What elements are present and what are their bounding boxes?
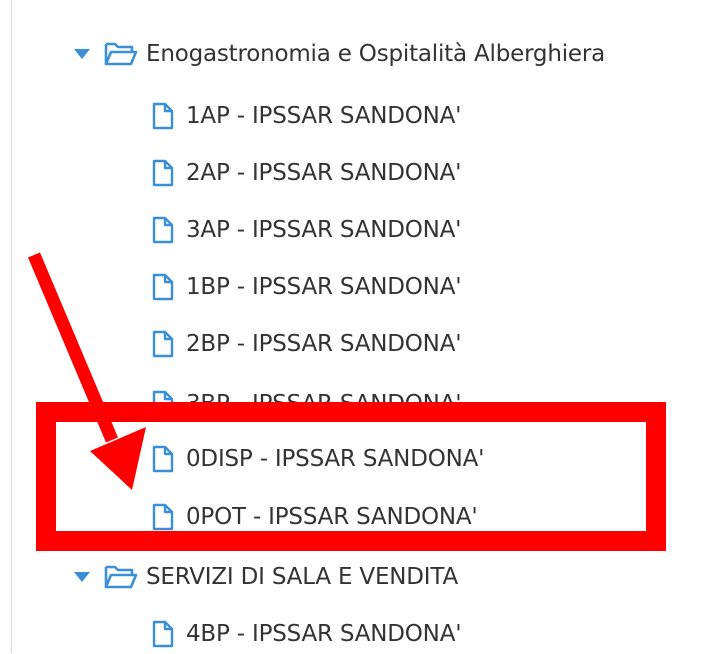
folder-open-icon — [104, 42, 138, 66]
file-label: 4BP - IPSSAR SANDONA' — [186, 621, 462, 647]
file-icon — [152, 390, 174, 402]
tree-file-2ap[interactable]: 2AP - IPSSAR SANDONA' — [152, 153, 462, 193]
tree-file-3bp-clipped: 3BP - IPSSAR SANDONA' — [0, 384, 704, 402]
tree-file-3ap[interactable]: 3AP - IPSSAR SANDONA' — [152, 210, 462, 250]
file-label: 0POT - IPSSAR SANDONA' — [186, 504, 478, 530]
file-label: 3AP - IPSSAR SANDONA' — [186, 217, 462, 243]
file-label: 1BP - IPSSAR SANDONA' — [186, 274, 462, 300]
file-icon — [152, 216, 174, 244]
file-icon — [152, 620, 174, 648]
caret-down-icon[interactable] — [72, 571, 92, 583]
tree-file-3bp[interactable]: 3BP - IPSSAR SANDONA' — [152, 384, 462, 402]
folder-open-icon — [104, 565, 138, 589]
file-icon — [152, 159, 174, 187]
tree-file-1ap[interactable]: 1AP - IPSSAR SANDONA' — [152, 96, 462, 136]
tree-folder-enogastronomia[interactable]: Enogastronomia e Ospitalità Alberghiera — [72, 34, 605, 74]
tree-file-0pot[interactable]: 0POT - IPSSAR SANDONA' — [152, 497, 478, 537]
file-label: 0DISP - IPSSAR SANDONA' — [186, 446, 485, 472]
file-icon — [152, 273, 174, 301]
tree-file-2bp[interactable]: 2BP - IPSSAR SANDONA' — [152, 324, 462, 364]
file-label: 1AP - IPSSAR SANDONA' — [186, 103, 462, 129]
arrow-icon — [28, 252, 146, 490]
file-icon — [152, 102, 174, 130]
tree-folder-servizi-sala[interactable]: SERVIZI DI SALA E VENDITA — [72, 557, 458, 597]
file-label: 2BP - IPSSAR SANDONA' — [186, 331, 462, 357]
file-icon — [152, 503, 174, 531]
tree-file-1bp[interactable]: 1BP - IPSSAR SANDONA' — [152, 267, 462, 307]
file-label: 2AP - IPSSAR SANDONA' — [186, 160, 462, 186]
tree-file-0disp[interactable]: 0DISP - IPSSAR SANDONA' — [152, 439, 484, 479]
file-icon — [152, 330, 174, 358]
panel-left-border — [11, 0, 12, 653]
file-label: 3BP - IPSSAR SANDONA' — [186, 384, 462, 402]
folder-label: Enogastronomia e Ospitalità Alberghiera — [146, 41, 605, 67]
folder-label: SERVIZI DI SALA E VENDITA — [146, 564, 458, 590]
file-icon — [152, 445, 174, 473]
caret-down-icon[interactable] — [72, 48, 92, 60]
tree-file-4bp[interactable]: 4BP - IPSSAR SANDONA' — [152, 614, 462, 654]
